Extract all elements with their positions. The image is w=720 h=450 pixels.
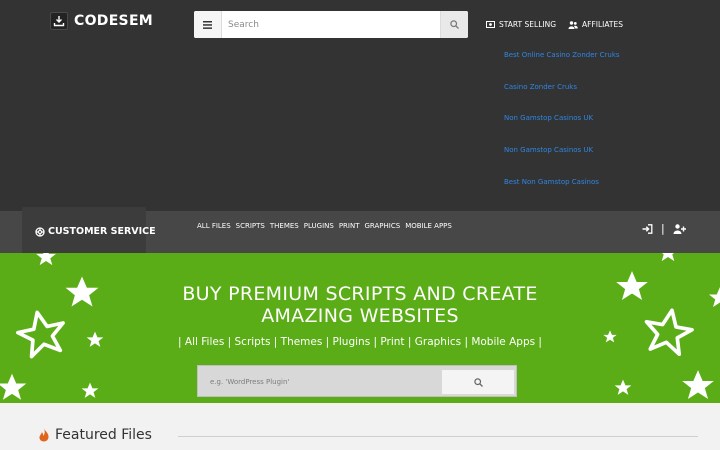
search-icon — [473, 377, 483, 387]
start-selling-label: START SELLING — [499, 20, 557, 29]
auth-links: | — [642, 222, 686, 235]
featured-divider — [178, 436, 698, 437]
logo-text: CODESEM — [74, 13, 154, 29]
nav-print[interactable]: PRINT — [339, 222, 360, 230]
nav-plugins[interactable]: PLUGINS — [304, 222, 334, 230]
promo-link[interactable]: Non Gamstop Casinos UK — [504, 145, 620, 177]
featured-title: Featured Files — [55, 427, 152, 443]
promo-link[interactable]: Non Gamstop Casinos UK — [504, 113, 620, 145]
nav-themes[interactable]: THEMES — [270, 222, 299, 230]
nav-all-files[interactable]: ALL FILES — [197, 222, 231, 230]
hero-search-bar — [197, 365, 517, 397]
search-icon[interactable] — [440, 11, 468, 38]
sign-in-icon[interactable] — [642, 223, 653, 234]
promo-link[interactable]: Casino Zonder Cruks — [504, 82, 620, 114]
search-input[interactable] — [222, 11, 440, 38]
download-icon — [50, 12, 68, 30]
nav-scripts[interactable]: SCRIPTS — [236, 222, 265, 230]
hero-banner: BUY PREMIUM SCRIPTS AND CREATE AMAZING W… — [0, 253, 720, 403]
category-links: ALL FILES SCRIPTS THEMES PLUGINS PRINT G… — [197, 222, 457, 230]
header-links: START SELLING AFFILIATES — [486, 20, 635, 29]
featured-heading: Featured Files — [38, 427, 152, 443]
promo-link[interactable]: Best Non Gamstop Casinos — [504, 177, 620, 209]
promo-links: Best Online Casino Zonder Cruks Casino Z… — [504, 50, 620, 208]
menu-icon[interactable] — [194, 11, 222, 38]
affiliates-label: AFFILIATES — [582, 20, 624, 29]
promo-link[interactable]: Best Online Casino Zonder Cruks — [504, 50, 620, 82]
customer-service-label: CUSTOMER SERVICE — [48, 226, 156, 237]
hero-title-line-2: AMAZING WEBSITES — [261, 305, 459, 327]
hero-search-input[interactable] — [204, 371, 440, 393]
customer-service-button[interactable]: CUSTOMER SERVICE — [35, 226, 156, 237]
users-icon — [568, 20, 578, 29]
site-logo[interactable]: CODESEM — [50, 12, 153, 30]
affiliates-link[interactable]: AFFILIATES — [568, 20, 623, 29]
hero-category-links[interactable]: | All Files | Scripts | Themes | Plugins… — [0, 336, 720, 348]
hero-title-line-1: BUY PREMIUM SCRIPTS AND CREATE — [182, 283, 538, 305]
money-icon — [486, 21, 495, 28]
lifebuoy-icon — [35, 226, 45, 237]
hero-search-button[interactable] — [442, 370, 514, 394]
auth-separator: | — [661, 222, 665, 235]
fire-icon — [39, 428, 49, 442]
hero-title: BUY PREMIUM SCRIPTS AND CREATE AMAZING W… — [0, 283, 720, 327]
start-selling-link[interactable]: START SELLING — [486, 20, 556, 29]
nav-graphics[interactable]: GRAPHICS — [365, 222, 401, 230]
user-plus-icon[interactable] — [673, 223, 686, 234]
nav-mobile-apps[interactable]: MOBILE APPS — [405, 222, 452, 230]
search-bar — [194, 11, 468, 38]
